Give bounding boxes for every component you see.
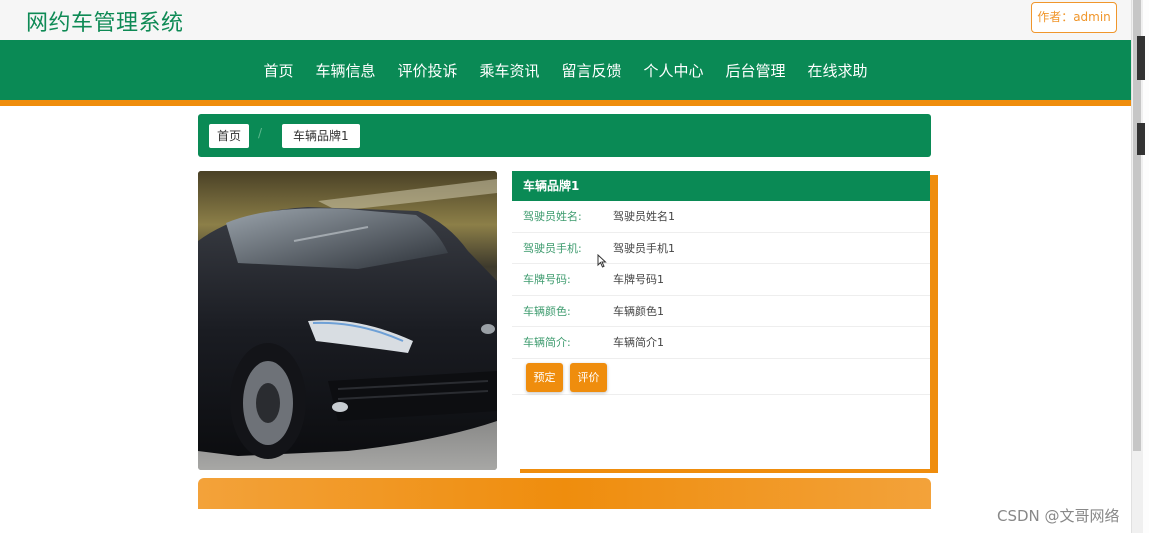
- nav-item-home[interactable]: 首页: [263, 60, 293, 81]
- edge-marker: [1137, 36, 1145, 80]
- nav-item-personal-center[interactable]: 个人中心: [644, 60, 704, 81]
- detail-value: 车辆颜色1: [613, 304, 664, 318]
- detail-row-plate-number: 车牌号码: 车牌号码1: [512, 264, 930, 296]
- detail-value: 驾驶员手机1: [613, 241, 675, 255]
- detail-row-vehicle-intro: 车辆简介: 车辆简介1: [512, 327, 930, 359]
- detail-label: 车牌号码:: [523, 273, 571, 287]
- breadcrumb-separator: /: [258, 126, 263, 140]
- mouse-cursor-icon: [597, 254, 607, 268]
- detail-row-driver-phone: 驾驶员手机: 驾驶员手机1: [512, 233, 930, 264]
- nav-item-review-complaint[interactable]: 评价投诉: [397, 60, 457, 81]
- site-title: 网约车管理系统: [26, 11, 184, 36]
- detail-label: 车辆颜色:: [523, 304, 571, 318]
- book-button[interactable]: 预定: [526, 362, 563, 392]
- nav-menu: 首页 车辆信息 评价投诉 乘车资讯 留言反馈 个人中心 后台管理 在线求助: [0, 40, 1131, 100]
- detail-label: 车辆简介:: [523, 336, 571, 350]
- detail-value: 车牌号码1: [613, 273, 664, 287]
- nav-accent-stripe: [0, 100, 1131, 106]
- breadcrumb-home[interactable]: 首页: [209, 124, 250, 148]
- footer-bar: [198, 478, 931, 509]
- main-navbar: 首页 车辆信息 评价投诉 乘车资讯 留言反馈 个人中心 后台管理 在线求助: [0, 40, 1131, 100]
- detail-row-vehicle-color: 车辆颜色: 车辆颜色1: [512, 296, 930, 327]
- detail-title: 车辆品牌1: [512, 171, 930, 201]
- author-badge[interactable]: 作者：admin: [1031, 2, 1117, 33]
- watermark: CSDN @文哥网络: [997, 507, 1120, 525]
- detail-value: 驾驶员姓名1: [613, 210, 675, 224]
- vehicle-photo: [198, 171, 497, 470]
- car-illustration: [198, 171, 497, 470]
- detail-label: 驾驶员姓名:: [523, 210, 582, 224]
- breadcrumb-current[interactable]: 车辆品牌1: [282, 124, 360, 148]
- detail-value: 车辆简介1: [613, 336, 664, 350]
- vehicle-detail-card: 车辆品牌1 驾驶员姓名: 驾驶员姓名1 驾驶员手机: 驾驶员手机1 车牌号码: …: [512, 171, 930, 469]
- nav-item-vehicle-info[interactable]: 车辆信息: [315, 60, 375, 81]
- edge-marker: [1137, 123, 1145, 155]
- nav-item-feedback[interactable]: 留言反馈: [562, 60, 622, 81]
- nav-item-online-help[interactable]: 在线求助: [808, 60, 868, 81]
- nav-item-ride-news[interactable]: 乘车资讯: [479, 60, 539, 81]
- nav-item-admin[interactable]: 后台管理: [726, 60, 786, 81]
- breadcrumb: 首页 / 车辆品牌1: [198, 114, 931, 157]
- detail-row-driver-name: 驾驶员姓名: 驾驶员姓名1: [512, 201, 930, 233]
- detail-actions: 预定 评价: [512, 359, 930, 395]
- top-header: 网约车管理系统 作者：admin: [0, 0, 1131, 40]
- review-button[interactable]: 评价: [570, 362, 607, 392]
